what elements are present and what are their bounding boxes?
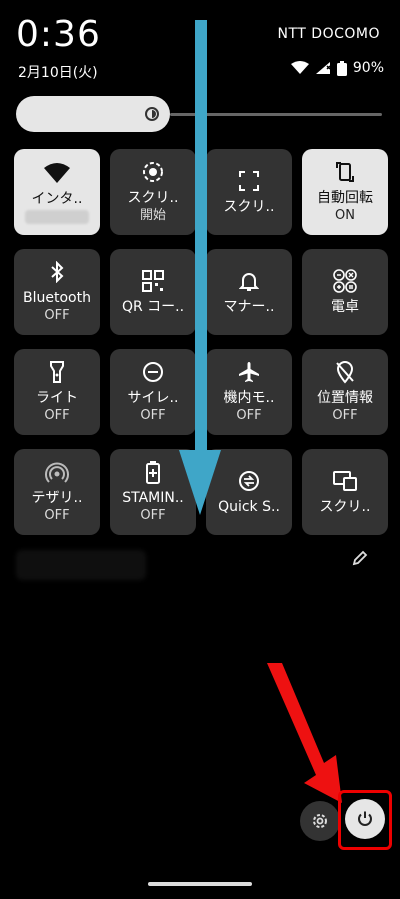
quick-tile-bluetooth[interactable]: Bluetooth OFF	[14, 249, 100, 335]
tile-label: スクリ..	[223, 199, 275, 215]
status-icons: 90%	[290, 60, 384, 76]
carrier-name: NTT DOCOMO	[277, 26, 380, 42]
settings-button[interactable]	[300, 801, 340, 841]
quick-tile-auto-rotate[interactable]: 自動回転 ON	[302, 149, 388, 235]
tile-label: マナー..	[223, 299, 275, 315]
tile-label: テザリ..	[31, 490, 83, 506]
edit-pencil-icon[interactable]	[350, 548, 370, 568]
battery-icon	[336, 60, 347, 76]
tile-label: インタ..	[31, 191, 83, 207]
tile-label: スクリ..	[319, 499, 371, 515]
wifi-status-icon	[290, 61, 309, 74]
battery-saver-icon	[140, 459, 166, 485]
flashlight-icon	[44, 359, 70, 385]
tile-state: OFF	[44, 408, 70, 423]
power-button[interactable]	[345, 799, 385, 839]
tile-state: 開始	[139, 208, 166, 223]
signal-icon	[315, 62, 331, 74]
tile-label: Bluetooth	[23, 290, 91, 306]
tile-label: 機内モ..	[223, 390, 275, 406]
tile-label: 位置情報	[317, 390, 373, 406]
brightness-icon[interactable]	[138, 100, 166, 128]
tile-state: OFF	[140, 508, 166, 523]
home-indicator[interactable]	[148, 882, 252, 886]
tile-state: OFF	[44, 508, 70, 523]
tile-state: OFF	[44, 308, 70, 323]
quick-tile-screen-cast[interactable]: スクリ..	[302, 449, 388, 535]
calculator-icon	[332, 268, 358, 294]
gear-icon	[313, 814, 327, 828]
pointer-arrow	[267, 663, 342, 803]
screen-record-icon	[140, 159, 166, 185]
location-off-icon	[332, 359, 358, 385]
hotspot-icon	[44, 459, 70, 485]
tile-label: 電卓	[331, 299, 359, 315]
quick-share-icon	[236, 468, 262, 494]
auto-rotate-icon	[332, 159, 358, 185]
tile-state: ON	[335, 208, 355, 223]
power-icon	[358, 811, 372, 826]
screenshot-icon	[236, 168, 262, 194]
tile-label: Quick S..	[218, 499, 280, 515]
bell-icon	[236, 268, 262, 294]
quick-tile-calculator[interactable]: 電卓	[302, 249, 388, 335]
quick-tile-wifi[interactable]: インタ..	[14, 149, 100, 235]
qr-code-icon	[140, 268, 166, 294]
quick-tile-hotspot[interactable]: テザリ.. OFF	[14, 449, 100, 535]
battery-percent: 90%	[352, 60, 384, 76]
tile-state: OFF	[140, 408, 166, 423]
swipe-down-arrow	[179, 20, 221, 515]
clock: 0:36	[16, 14, 101, 55]
tile-label: サイレ..	[127, 390, 179, 406]
tile-label: 自動回転	[317, 190, 373, 206]
airplane-icon	[236, 359, 262, 385]
do-not-disturb-icon	[140, 359, 166, 385]
build-number-blurred	[16, 550, 146, 580]
wifi-icon	[44, 160, 70, 186]
screen-cast-icon	[332, 468, 358, 494]
tile-state: OFF	[236, 408, 262, 423]
network-name-blurred	[25, 210, 89, 224]
tile-state: OFF	[332, 408, 358, 423]
bluetooth-icon	[44, 259, 70, 285]
quick-tile-location-off[interactable]: 位置情報 OFF	[302, 349, 388, 435]
date: 2月10日(火)	[18, 65, 98, 81]
tile-label: スクリ..	[127, 190, 179, 206]
quick-tile-flashlight[interactable]: ライト OFF	[14, 349, 100, 435]
tile-label: ライト	[36, 390, 78, 406]
